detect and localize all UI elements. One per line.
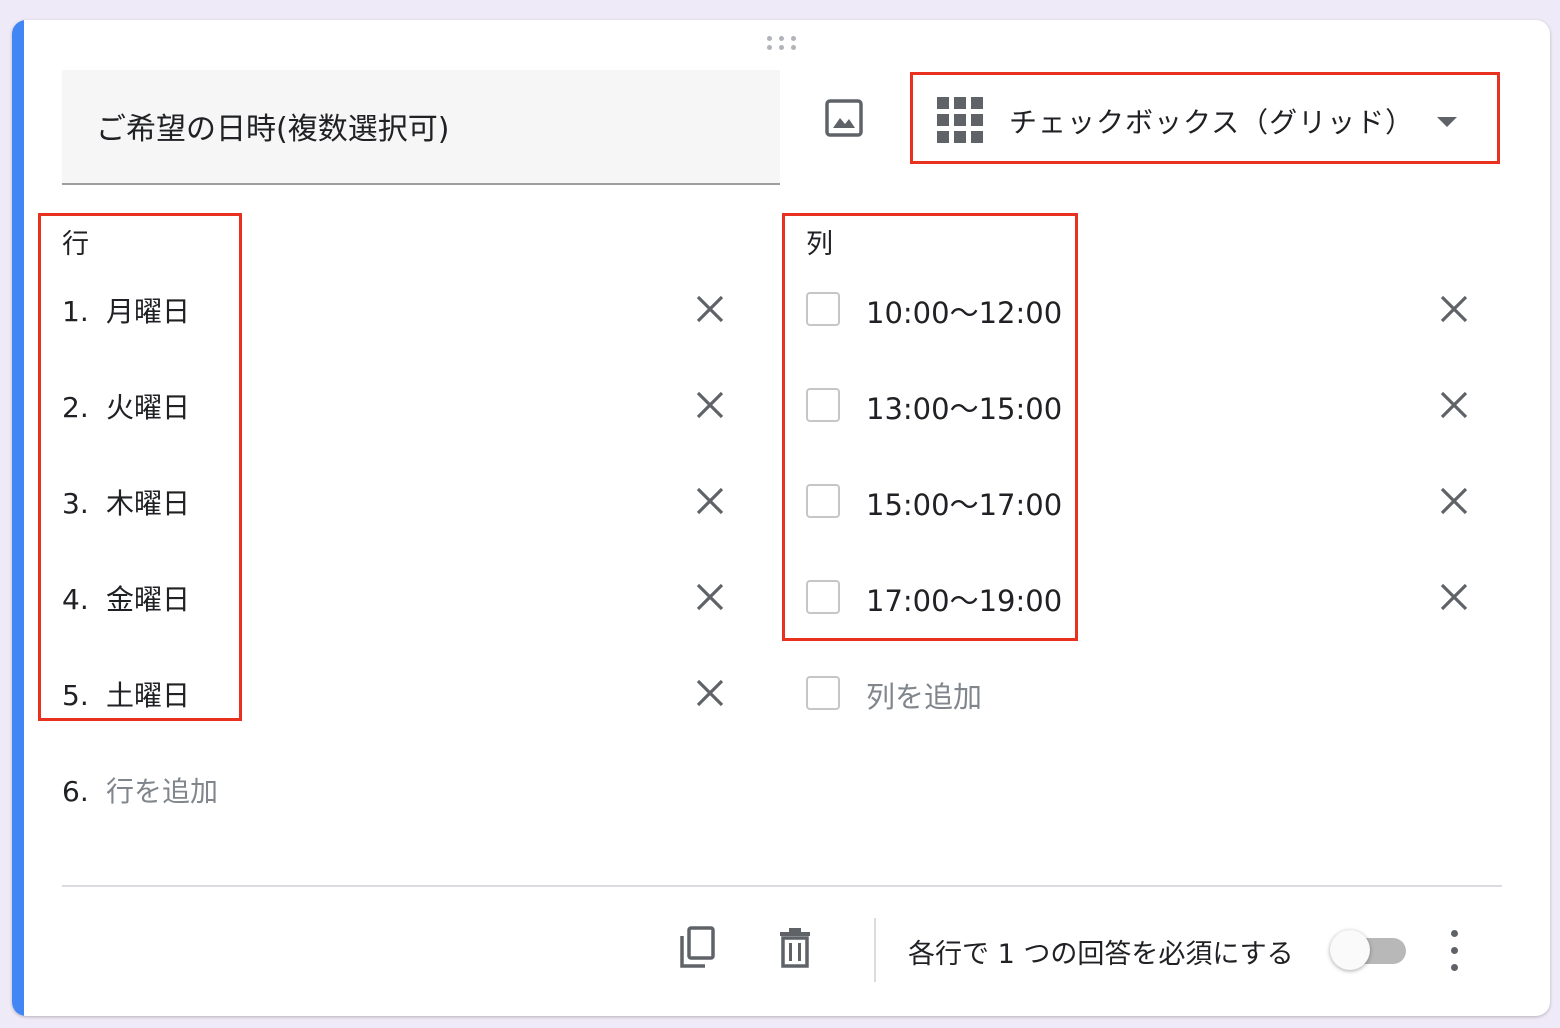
more-options-icon[interactable] [1448, 930, 1460, 972]
remove-column-close-icon[interactable] [1439, 486, 1469, 516]
required-label: 各行で 1 つの回答を必須にする [908, 939, 1294, 970]
add-image-icon[interactable] [824, 98, 864, 138]
trash-icon[interactable] [778, 926, 812, 968]
question-title: ご希望の日時(複数選択可) [96, 112, 450, 147]
add-column-label: 列を追加 [866, 680, 983, 714]
rows-highlight-box [38, 213, 242, 721]
question-title-field[interactable]: ご希望の日時(複数選択可) [62, 70, 780, 185]
grid-icon [937, 97, 983, 143]
remove-row-close-icon[interactable] [695, 294, 725, 324]
question-type-label: チェックボックス（グリッド） [1009, 106, 1415, 139]
question-card: ご希望の日時(複数選択可) チェックボックス（グリッド） 行 1. 月曜日 2. 火… [12, 20, 1550, 1016]
dropdown-caret-icon [1437, 117, 1457, 127]
row-number: 6. [62, 775, 89, 808]
columns-highlight-box [782, 213, 1078, 641]
question-type-dropdown[interactable]: チェックボックス（グリッド） [910, 72, 1500, 164]
remove-column-close-icon[interactable] [1439, 294, 1469, 324]
remove-row-close-icon[interactable] [695, 390, 725, 420]
remove-row-close-icon[interactable] [695, 678, 725, 708]
add-row-button[interactable]: 6. 行を追加 [62, 770, 218, 810]
drag-handle-icon[interactable] [767, 36, 801, 52]
remove-column-close-icon[interactable] [1439, 390, 1469, 420]
copy-icon[interactable] [678, 926, 716, 970]
checkbox [806, 676, 840, 710]
active-accent-bar [12, 20, 24, 1016]
remove-column-close-icon[interactable] [1439, 582, 1469, 612]
footer-divider [62, 885, 1502, 887]
remove-row-close-icon[interactable] [695, 582, 725, 612]
footer-vertical-divider [874, 918, 876, 982]
required-toggle-thumb[interactable] [1330, 930, 1370, 970]
remove-row-close-icon[interactable] [695, 486, 725, 516]
add-row-label: 行を追加 [106, 775, 219, 808]
